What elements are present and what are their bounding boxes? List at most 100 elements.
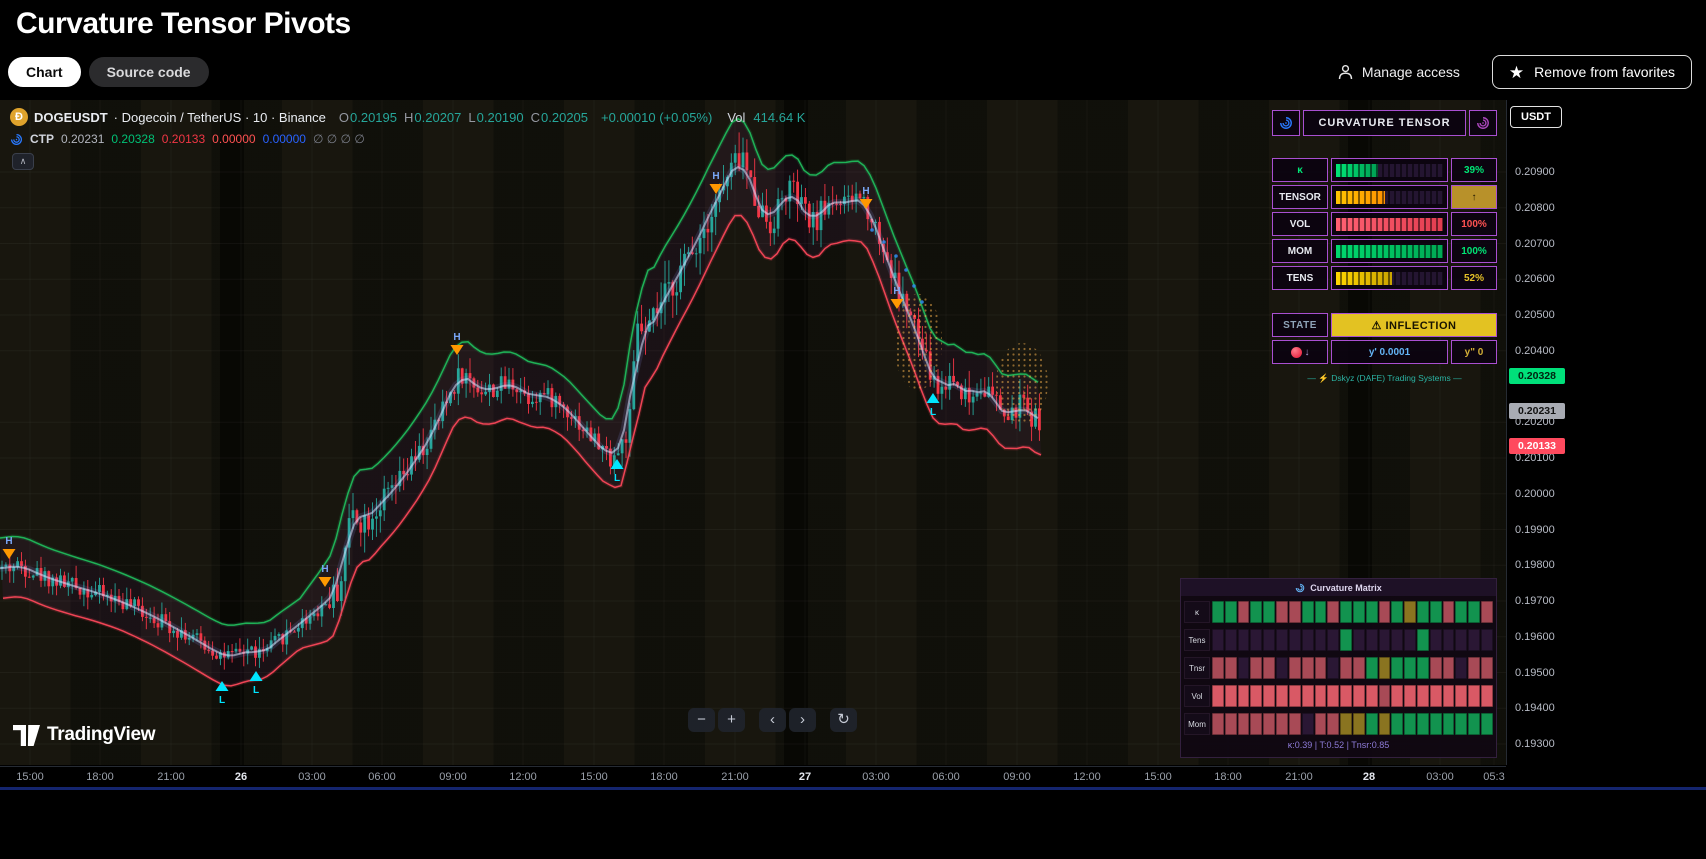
matrix-cell: [1288, 601, 1301, 623]
matrix-cell: [1417, 657, 1429, 679]
chart-widget: H H H H H H L L L L Ð DOGEUSDT · Dogecoin / Tethe…: [0, 100, 1576, 792]
price-axis-label: 0.20800: [1515, 201, 1555, 214]
matrix-cell: [1365, 713, 1378, 735]
matrix-cell: [1288, 713, 1301, 735]
tensor-metric-bar: [1331, 266, 1448, 290]
red-dot-icon: [1290, 346, 1302, 358]
scroll-left-button[interactable]: ‹: [759, 708, 786, 732]
tensor-metric-row: TENSOR ↑: [1272, 185, 1497, 209]
price-axis[interactable]: USDT 0.20900 0.20800 0.20700 0.20600 0.20500…: [1507, 100, 1576, 786]
price-axis-label: 0.20000: [1515, 487, 1555, 500]
matrix-cell: [1468, 629, 1481, 651]
currency-chip[interactable]: USDT: [1510, 106, 1562, 128]
symbol-legend: Ð DOGEUSDT · Dogecoin / TetherUS · 10 · …: [10, 108, 805, 126]
matrix-row-label: Tens: [1184, 629, 1210, 651]
matrix-cell: [1301, 601, 1314, 623]
manage-access-button[interactable]: Manage access: [1332, 63, 1466, 81]
tensor-metric-label: MOM: [1272, 239, 1328, 263]
matrix-cell: [1340, 657, 1352, 679]
matrix-cell: [1212, 629, 1224, 651]
zoom-in-button[interactable]: +: [718, 708, 745, 732]
spiral-icon: [1469, 110, 1497, 136]
matrix-row: Tnsr: [1184, 657, 1493, 679]
matrix-row-label: Tnsr: [1184, 657, 1210, 679]
time-axis-label: 21:00: [1285, 771, 1313, 783]
matrix-cell: [1404, 685, 1416, 707]
pivot-low-label: L: [219, 695, 225, 706]
matrix-cell: [1288, 685, 1301, 707]
matrix-cell: [1301, 657, 1314, 679]
matrix-cell: [1340, 685, 1352, 707]
time-axis-label: 12:00: [509, 771, 537, 783]
matrix-cell: [1314, 657, 1327, 679]
tensor-metric-label: TENS: [1272, 266, 1328, 290]
indicator-value: 0.20133: [161, 132, 206, 146]
matrix-cell: [1481, 657, 1493, 679]
page: Curvature Tensor Pivots Chart Source cod…: [0, 0, 1706, 859]
matrix-cell: [1481, 713, 1493, 735]
matrix-cell: [1404, 713, 1416, 735]
tab-chart[interactable]: Chart: [8, 57, 81, 87]
scroll-right-button[interactable]: ›: [789, 708, 816, 732]
pivot-low-label: L: [930, 407, 936, 418]
page-title: Curvature Tensor Pivots: [16, 7, 351, 40]
manage-access-label: Manage access: [1361, 64, 1460, 80]
matrix-cell: [1314, 685, 1327, 707]
matrix-cell: [1263, 685, 1276, 707]
ohlc-value: 0.20195: [350, 109, 397, 125]
matrix-cell: [1442, 601, 1455, 623]
matrix-cell: [1250, 713, 1263, 735]
ohlc-label: C: [530, 109, 541, 125]
matrix-cell: [1352, 657, 1365, 679]
pivot-high-label: H: [321, 564, 328, 575]
matrix-cell: [1212, 713, 1224, 735]
matrix-cell: [1276, 601, 1288, 623]
price-axis-label: 0.20500: [1515, 309, 1555, 321]
matrix-row-label: Mom: [1184, 713, 1210, 735]
zoom-out-button[interactable]: −: [688, 708, 715, 732]
time-axis[interactable]: 15:00 18:00 21:00 26 03:00 06:00 09:00 12:00 15:…: [0, 766, 1506, 787]
price-axis-label: 0.20700: [1515, 237, 1555, 250]
time-axis-label: 03:00: [1426, 771, 1454, 783]
time-axis-label: 12:00: [1073, 771, 1101, 783]
pivot-high-label: H: [712, 171, 719, 182]
matrix-cell: [1429, 657, 1442, 679]
matrix-panel-title: Curvature Matrix: [1181, 579, 1496, 596]
time-axis-label: 05:3: [1483, 771, 1505, 783]
matrix-cell: [1391, 657, 1404, 679]
price-badge: 0.20231: [1509, 403, 1565, 419]
matrix-cell: [1468, 657, 1481, 679]
matrix-cell: [1224, 713, 1237, 735]
pivot-high-label: H: [453, 332, 460, 343]
tensor-metric-label: κ: [1272, 158, 1328, 182]
spiral-icon: [1272, 110, 1300, 136]
tensor-metric-label: TENSOR: [1272, 185, 1328, 209]
matrix-cell: [1352, 685, 1365, 707]
matrix-cell: [1417, 685, 1429, 707]
dogecoin-icon: Ð: [10, 108, 28, 126]
tradingview-watermark[interactable]: TradingView: [13, 724, 156, 746]
time-axis-label: 06:00: [368, 771, 396, 783]
remove-favorites-label: Remove from favorites: [1534, 64, 1675, 80]
ohlc-label: H: [404, 109, 414, 125]
matrix-cell: [1327, 713, 1340, 735]
price-badge: 0.20328: [1509, 368, 1565, 384]
chart-plot[interactable]: H H H H H H L L L L Ð DOGEUSDT · Dogecoin / Tethe…: [0, 100, 1507, 765]
reset-chart-button[interactable]: ↻: [830, 708, 857, 732]
collapse-indicator-button[interactable]: ∧: [12, 153, 34, 170]
time-axis-label: 09:00: [439, 771, 467, 783]
matrix-cell: [1327, 657, 1340, 679]
symbol-description: · Dogecoin / TetherUS · 10 · Binance: [113, 109, 326, 125]
tensor-metric-row: κ 39%: [1272, 158, 1497, 182]
matrix-cell: [1288, 657, 1301, 679]
indicator-value: 0.20231: [61, 132, 105, 146]
matrix-row-label: Vol: [1184, 685, 1210, 707]
remove-from-favorites-button[interactable]: ★ Remove from favorites: [1491, 55, 1692, 89]
tab-source-code[interactable]: Source code: [88, 57, 209, 87]
spiral-icon: [10, 133, 23, 146]
matrix-cell: [1301, 685, 1314, 707]
matrix-cell: [1250, 685, 1263, 707]
matrix-cell: [1481, 629, 1493, 651]
tab-actions: Manage access ★ Remove from favorites: [1332, 55, 1692, 89]
matrix-cell: [1250, 629, 1263, 651]
